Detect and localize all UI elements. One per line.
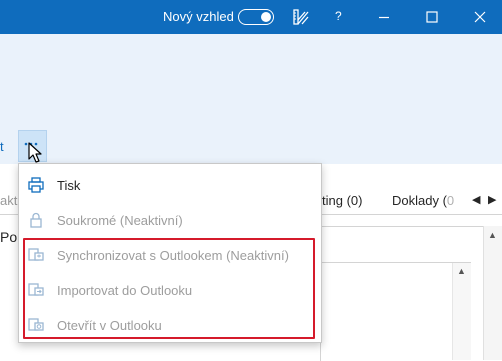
tab-ting[interactable]: ting (0) [322,193,362,208]
close-icon[interactable] [470,7,490,27]
tab-doklady[interactable]: Doklady (0 [392,193,454,208]
more-options-menu: Tisk Soukromé (Neaktivní) Synchronizovat… [18,163,322,343]
lock-icon [30,212,42,228]
tab-scroll-right-icon[interactable]: ▶ [488,193,496,206]
ruler-pen-icon[interactable] [292,8,310,26]
inner-panel [320,262,471,361]
tab-scroll-left-icon[interactable]: ◀ [472,193,480,206]
scroll-up-icon[interactable]: ▲ [488,230,497,240]
panel-title: Po [0,229,18,245]
printer-icon [28,177,44,193]
inner-scrollbar[interactable]: ▲ [452,263,471,360]
menu-item-print[interactable]: Tisk [19,168,321,203]
menu-item-label: Soukromé (Neaktivní) [57,213,183,228]
ribbon [0,34,502,164]
red-highlight-box [23,238,315,339]
tab-doklady-label: Doklady ( [392,193,447,208]
minimize-icon[interactable] [374,7,394,27]
outer-scrollbar[interactable]: ▲ [483,226,502,360]
scroll-up-icon[interactable]: ▲ [457,266,466,276]
mouse-cursor-icon [28,142,42,163]
menu-item-private: Soukromé (Neaktivní) [19,203,321,238]
new-look-label: Nový vzhled [163,9,234,24]
ribbon-button-fragment[interactable]: t [0,139,4,154]
title-bar: Nový vzhled ? [0,0,502,34]
maximize-icon[interactable] [422,7,442,27]
tab-fragment-left[interactable]: akt [0,193,17,208]
tab-doklady-count: 0 [446,193,455,208]
new-look-toggle[interactable] [238,9,274,25]
menu-item-label: Tisk [57,178,81,193]
toggle-knob [261,11,271,22]
help-button[interactable]: ? [335,9,342,23]
